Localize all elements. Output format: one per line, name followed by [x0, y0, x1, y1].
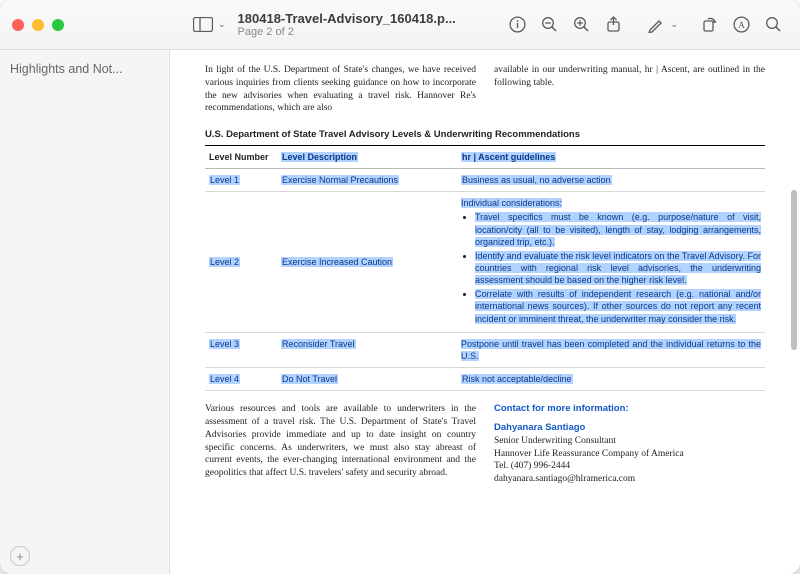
sidebar-item-highlights[interactable]: Highlights and Not... — [10, 58, 159, 80]
table-row: Level 1 Exercise Normal Precautions Busi… — [205, 169, 765, 192]
cell-level: Level 1 — [209, 175, 240, 185]
cell-level: Level 3 — [209, 339, 240, 349]
cell-desc: Exercise Normal Precautions — [281, 175, 399, 185]
closing-left: Various resources and tools are availabl… — [205, 403, 476, 486]
advisory-table: Level Number Level Description hr | Asce… — [205, 146, 765, 391]
table-row: Level 3 Reconsider Travel Postpone until… — [205, 332, 765, 367]
chevron-down-icon[interactable]: ⌄ — [218, 19, 226, 30]
cell-guide: Risk not acceptable/decline — [461, 374, 573, 384]
sidebar: Highlights and Not... + — [0, 50, 170, 574]
contact-name: Dahyanara Santiago — [494, 422, 765, 435]
zoom-in-button[interactable] — [566, 11, 596, 39]
svg-text:A: A — [738, 20, 745, 30]
col-level-number: Level Number — [205, 146, 277, 169]
document-filename: 180418-Travel-Advisory_160418.p... — [238, 11, 503, 26]
contact-tel: Tel. (407) 996-2444 — [494, 460, 765, 473]
toolbar-right: ⌄ A — [502, 11, 788, 39]
closing-columns: Various resources and tools are availabl… — [205, 403, 765, 486]
titlebar: ⌄ 180418-Travel-Advisory_160418.p... Pag… — [0, 0, 800, 50]
info-button[interactable] — [502, 11, 532, 39]
cell-guide: Business as usual, no adverse action — [461, 175, 612, 185]
markup-button[interactable] — [640, 11, 670, 39]
scrollbar-thumb[interactable] — [791, 190, 797, 350]
contact-column: Contact for more information: Dahyanara … — [494, 403, 765, 486]
contact-email: dahyanara.santiago@hlramerica.com — [494, 473, 765, 486]
table-header-row: Level Number Level Description hr | Asce… — [205, 146, 765, 169]
cell-guide: Postpone until travel has been completed… — [461, 339, 761, 361]
pdf-page: In light of the U.S. Department of State… — [205, 64, 765, 486]
main-area: Highlights and Not... + In light of the … — [0, 50, 800, 574]
zoom-window-button[interactable] — [52, 19, 64, 31]
contact-title: Senior Underwriting Consultant — [494, 435, 765, 448]
window-controls — [12, 19, 170, 31]
page-indicator: Page 2 of 2 — [238, 26, 503, 38]
col-guidelines: hr | Ascent guidelines — [457, 146, 765, 169]
highlight-button[interactable]: A — [726, 11, 756, 39]
document-title-block: 180418-Travel-Advisory_160418.p... Page … — [238, 11, 503, 38]
intro-left: In light of the U.S. Department of State… — [205, 64, 476, 115]
add-note-button[interactable]: + — [10, 546, 30, 566]
intro-right: available in our underwriting manual, hr… — [494, 64, 765, 115]
col-level-description: Level Description — [277, 146, 457, 169]
share-button[interactable] — [598, 11, 628, 39]
table-row: Level 2 Exercise Increased Caution Indiv… — [205, 192, 765, 332]
zoom-out-button[interactable] — [534, 11, 564, 39]
app-window: ⌄ 180418-Travel-Advisory_160418.p... Pag… — [0, 0, 800, 574]
intro-columns: In light of the U.S. Department of State… — [205, 64, 765, 115]
contact-company: Hannover Life Reassurance Company of Ame… — [494, 448, 765, 461]
table-row: Level 4 Do Not Travel Risk not acceptabl… — [205, 368, 765, 391]
search-button[interactable] — [758, 11, 788, 39]
cell-desc: Exercise Increased Caution — [281, 257, 393, 267]
cell-level: Level 4 — [209, 374, 240, 384]
contact-heading: Contact for more information: — [494, 403, 765, 416]
cell-desc: Do Not Travel — [281, 374, 338, 384]
table-title: U.S. Department of State Travel Advisory… — [205, 129, 765, 146]
cell-guide: Individual considerations: Travel specif… — [457, 192, 765, 332]
cell-desc: Reconsider Travel — [281, 339, 356, 349]
document-viewport[interactable]: In light of the U.S. Department of State… — [170, 50, 800, 574]
chevron-down-icon[interactable]: ⌄ — [670, 19, 678, 30]
close-window-button[interactable] — [12, 19, 24, 31]
rotate-button[interactable] — [694, 11, 724, 39]
minimize-window-button[interactable] — [32, 19, 44, 31]
cell-level: Level 2 — [209, 257, 240, 267]
sidebar-toggle-button[interactable] — [188, 11, 218, 39]
